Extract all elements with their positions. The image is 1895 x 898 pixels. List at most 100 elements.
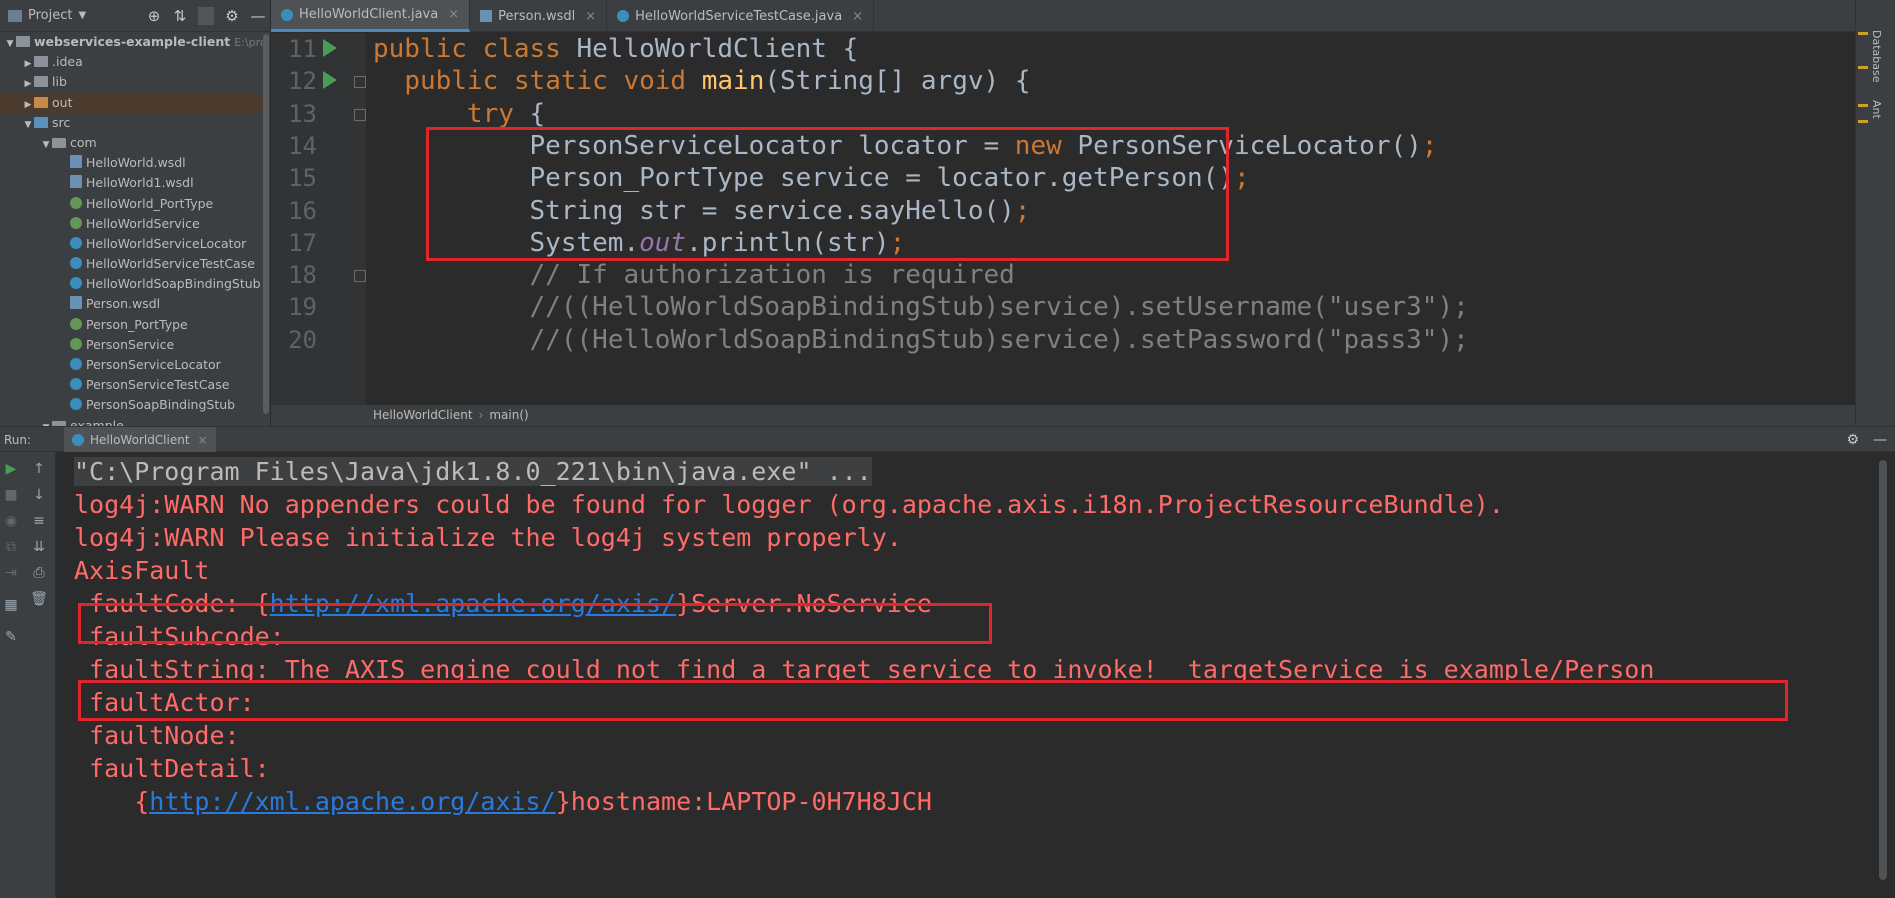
project-tree-scrollbar[interactable] xyxy=(263,34,269,414)
tree-item-label: HelloWorld1.wsdl xyxy=(86,175,194,191)
tree-item[interactable]: ▼ com xyxy=(0,133,266,153)
trash-icon[interactable]: 🗑 xyxy=(30,590,48,608)
run-tab[interactable]: HelloWorldClient × xyxy=(64,427,216,453)
close-icon[interactable]: × xyxy=(852,9,863,24)
warning-marker[interactable] xyxy=(1858,104,1868,107)
warning-marker[interactable] xyxy=(1858,120,1868,123)
hide-panel-icon[interactable]: — xyxy=(1873,427,1887,453)
gear-icon[interactable]: ⚙ xyxy=(224,7,240,25)
tree-item[interactable]: PersonSoapBindingStub xyxy=(0,395,266,415)
tree-item-label: PersonServiceLocator xyxy=(86,357,221,372)
console-axis-fault: AxisFault xyxy=(74,556,210,585)
tree-item-label: src xyxy=(52,114,71,130)
tree-item-label: HelloWorldServiceTestCase xyxy=(86,256,255,272)
detail-link[interactable]: http://xml.apache.org/axis/ xyxy=(149,787,555,816)
project-tree: ▼webservices-example-clientE:\project▶.i… xyxy=(0,32,270,426)
tree-item-label: Person.wsdl xyxy=(86,296,161,312)
tree-item[interactable]: ▼webservices-example-clientE:\project xyxy=(0,32,270,54)
tree-item[interactable]: ▶ out xyxy=(0,92,266,115)
console-scrollbar[interactable] xyxy=(1879,460,1887,880)
soft-wrap-icon[interactable]: ≡ xyxy=(30,512,48,530)
layout-icon[interactable]: ▦ xyxy=(2,596,20,614)
toolbar-divider xyxy=(198,7,214,25)
folder-icon xyxy=(34,56,48,68)
tree-item[interactable]: ▶ .idea xyxy=(0,52,266,72)
restore-layout-icon[interactable]: ⧉ xyxy=(2,538,20,556)
tree-item-label: lib xyxy=(52,74,67,90)
warning-marker[interactable] xyxy=(1858,32,1868,35)
code-editor[interactable]: 11 public class HelloWorldClient {12 publ… xyxy=(271,33,1855,405)
project-icon xyxy=(16,36,30,47)
close-icon[interactable]: × xyxy=(585,9,596,24)
tree-item[interactable]: PersonServiceTestCase xyxy=(0,375,266,395)
project-panel: Project ▼ ⊕ ⇅ ⚙ — ▼ webservices-example-c… xyxy=(0,0,270,426)
breadcrumb-method[interactable]: main() xyxy=(489,408,528,422)
tree-item[interactable]: HelloWorldService xyxy=(0,214,266,234)
exit-icon[interactable]: ⇥ xyxy=(2,564,20,582)
pin-icon[interactable]: ✎ xyxy=(2,628,20,646)
project-view-selector[interactable]: Project xyxy=(28,8,72,23)
tree-item[interactable]: PersonService xyxy=(0,335,266,355)
chevron-down-icon[interactable]: ▼ xyxy=(22,115,34,135)
class-icon xyxy=(70,398,82,411)
chevron-down-icon[interactable]: ▼ xyxy=(40,135,52,155)
console-output[interactable]: "C:\Program Files\Java\jdk1.8.0_221\bin\… xyxy=(56,452,1895,898)
chevron-right-icon[interactable]: ▶ xyxy=(22,74,34,94)
right-tool-strip: Database Ant xyxy=(1855,0,1895,426)
tree-item[interactable]: ▼ example xyxy=(0,416,266,426)
tree-item[interactable]: HelloWorld.wsdl xyxy=(0,153,266,173)
chevron-down-icon[interactable]: ▼ xyxy=(40,418,52,426)
close-icon[interactable]: × xyxy=(198,427,208,453)
run-tab-label: HelloWorldClient xyxy=(90,433,190,447)
fold-marker-icon[interactable] xyxy=(354,270,366,283)
console-fault-node: faultNode: xyxy=(74,721,240,750)
tree-item[interactable]: HelloWorldSoapBindingStub xyxy=(0,274,266,294)
tree-item[interactable]: HelloWorldServiceTestCase xyxy=(0,254,266,274)
tree-item[interactable]: HelloWorld1.wsdl xyxy=(0,173,266,193)
tree-item-label: .idea xyxy=(52,54,83,70)
rerun-icon[interactable]: ▶ xyxy=(2,460,20,478)
tree-item[interactable]: Person_PortType xyxy=(0,315,266,335)
fold-marker-icon[interactable] xyxy=(354,108,366,121)
editor-tab[interactable]: HelloWorldServiceTestCase.java × xyxy=(607,0,875,32)
warning-marker[interactable] xyxy=(1858,66,1868,69)
stop-icon[interactable]: ■ xyxy=(2,486,20,504)
wsdl-icon xyxy=(480,10,493,22)
breadcrumb-class[interactable]: HelloWorldClient xyxy=(373,408,473,422)
tree-item[interactable]: ▼ src xyxy=(0,113,266,133)
scroll-up-icon[interactable]: ↑ xyxy=(30,460,48,478)
tree-item[interactable]: HelloWorld_PortType xyxy=(0,194,266,214)
run-gutter-icon[interactable] xyxy=(323,71,337,90)
tree-item[interactable]: Person.wsdl xyxy=(0,294,266,314)
tree-item[interactable]: PersonServiceLocator xyxy=(0,355,266,375)
database-tool-tab[interactable]: Database xyxy=(1870,30,1883,83)
run-gutter-icon[interactable] xyxy=(323,39,337,57)
print-icon[interactable]: ⎙ xyxy=(30,564,48,582)
tree-item-label: com xyxy=(70,134,97,150)
scroll-down-icon[interactable]: ↓ xyxy=(30,486,48,504)
interface-icon xyxy=(70,317,82,330)
chevron-right-icon[interactable]: ▶ xyxy=(22,95,34,115)
ant-tool-tab[interactable]: Ant xyxy=(1870,100,1883,119)
tree-item[interactable]: ▶ lib xyxy=(0,72,266,92)
chevron-right-icon[interactable]: ▶ xyxy=(22,54,34,74)
hide-panel-icon[interactable]: — xyxy=(250,7,266,25)
locate-icon[interactable]: ⊕ xyxy=(146,7,162,25)
gear-icon[interactable]: ⚙ xyxy=(1846,427,1859,453)
editor-tab[interactable]: HelloWorldClient.java × xyxy=(271,0,471,32)
chevron-down-icon[interactable]: ▼ xyxy=(78,10,86,21)
fold-marker-icon[interactable] xyxy=(354,76,366,89)
close-icon[interactable]: × xyxy=(448,7,459,22)
fault-code-highlight-box xyxy=(78,603,992,644)
camera-icon[interactable]: ◉ xyxy=(2,512,20,530)
collapse-all-icon[interactable]: ⇅ xyxy=(172,7,188,25)
class-icon xyxy=(281,8,293,21)
scroll-to-end-icon[interactable]: ⇊ xyxy=(30,538,48,556)
editor-tab-bar: HelloWorldClient.java × Person.wsdl × HelloW… xyxy=(271,0,1855,32)
tree-item[interactable]: HelloWorldServiceLocator xyxy=(0,234,266,254)
code-line[interactable]: 20 //((HelloWorldSoapBindingStub)service… xyxy=(271,321,1855,360)
source-folder-icon xyxy=(34,116,48,128)
chevron-down-icon[interactable]: ▼ xyxy=(4,34,16,54)
editor-tab[interactable]: Person.wsdl × xyxy=(470,0,608,32)
detail-suffix: }hostname:LAPTOP-0H7H8JCH xyxy=(555,787,932,816)
